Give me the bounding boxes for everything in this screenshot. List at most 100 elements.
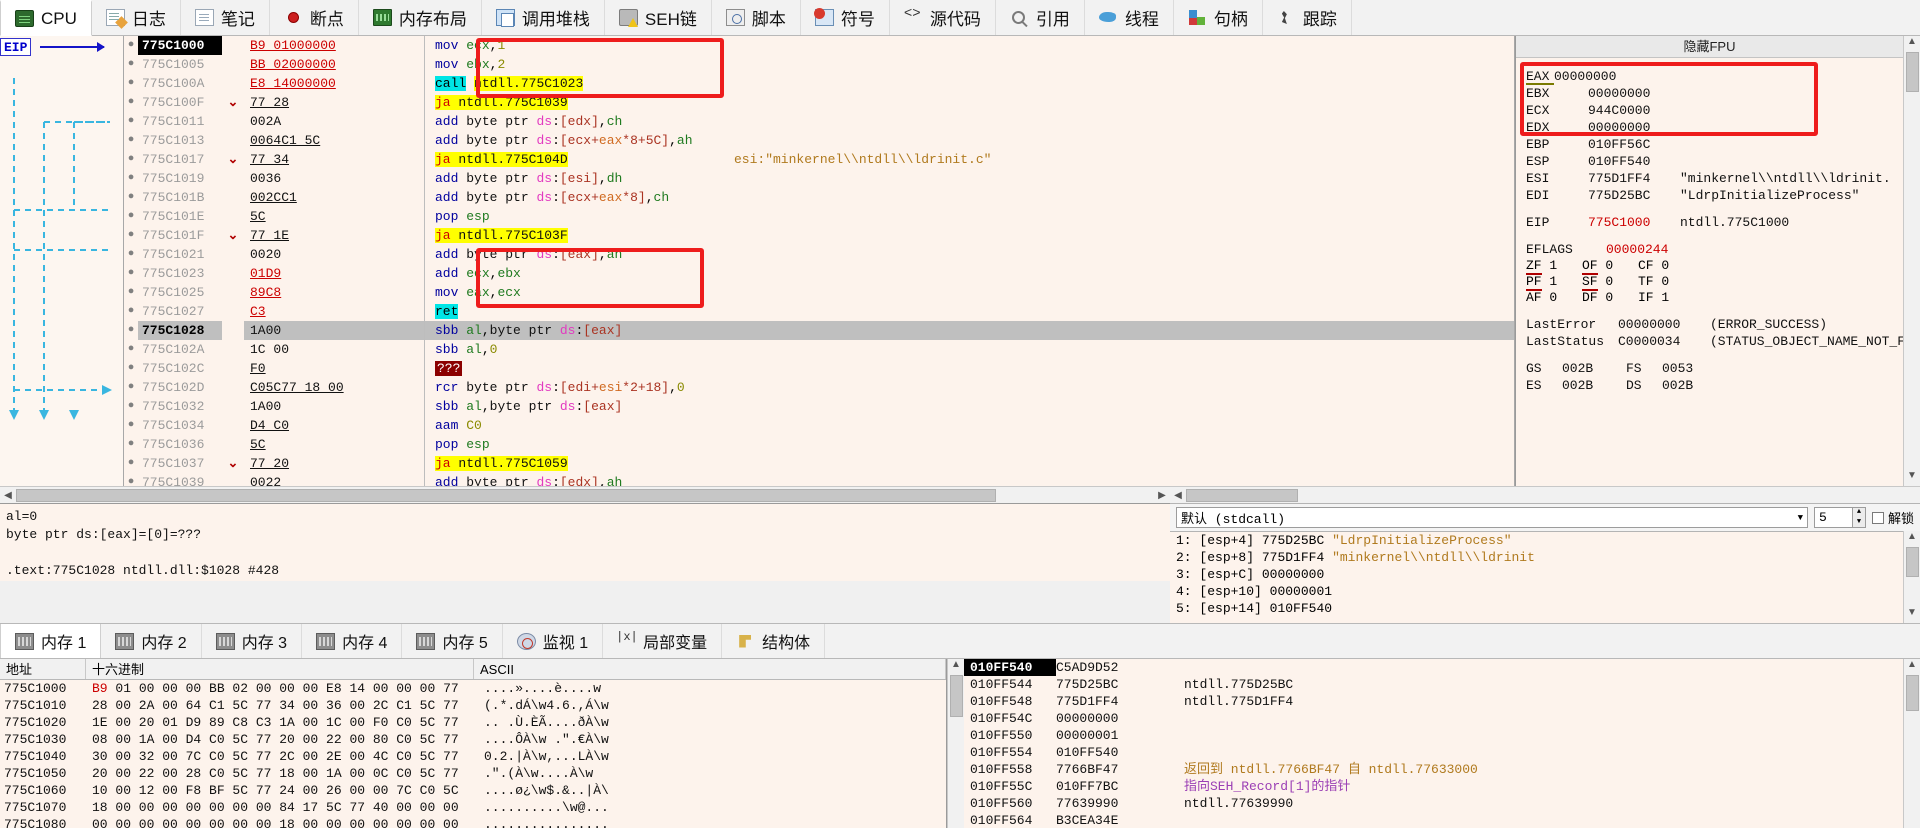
flag-tf[interactable]: TF 0 (1638, 274, 1694, 290)
dump-hex[interactable]: 08 00 1A 00 D4 C0 5C 77 20 00 22 00 80 C… (86, 731, 474, 748)
breakpoint-dot-icon[interactable]: ● (124, 36, 138, 55)
flag-cf[interactable]: CF 0 (1638, 258, 1694, 274)
disassembly-row[interactable]: ● 775C102D C05C77 18 00 rcr byte ptr ds:[ed… (124, 378, 1514, 397)
breakpoint-dot-icon[interactable]: ● (124, 226, 138, 245)
stack-row[interactable]: 010FF540 C5AD9D52 (964, 659, 1903, 676)
tab-notes[interactable]: 笔记 (181, 0, 270, 35)
disassembly-view[interactable]: ● 775C1000 B9 01000000 mov ecx,1 ● 775C1005 BB… (124, 36, 1515, 486)
register-row[interactable]: ESP 010FF540 (1516, 153, 1903, 170)
stack-value[interactable]: 775D25BC (1056, 676, 1174, 693)
disassembly-row[interactable]: ● 775C100A E8 14000000 call ntdll.775C1023 (124, 74, 1514, 93)
argument-row[interactable]: 2: [esp+8] 775D1FF4 "minkernel\\ntdll\\l… (1170, 549, 1903, 566)
tab-source-code[interactable]: 源代码 (890, 0, 996, 35)
dump-ascii[interactable]: ..........\w@... (474, 799, 654, 816)
scroll-left-icon[interactable]: ◀ (0, 490, 16, 501)
dump-row[interactable]: 775C1060 10 00 12 00 F8 BF 5C 77 24 00 26… (0, 782, 946, 799)
tab-dump-1[interactable]: 内存 1 (0, 624, 101, 658)
register-value[interactable]: 010FF56C (1588, 136, 1680, 153)
disassembly-row[interactable]: ● 775C1021 0020 add byte ptr ds:[eax],ah (124, 245, 1514, 264)
arguments-scrollbar[interactable]: ▲ ▼ (1903, 531, 1920, 623)
register-row[interactable]: EDI 775D25BC "LdrpInitializeProcess" (1516, 187, 1903, 204)
register-row-eip[interactable]: EIP 775C1000 ntdll.775C1000 (1516, 214, 1903, 231)
stepper-down-icon[interactable]: ▼ (1852, 518, 1865, 528)
flag-af[interactable]: AF 0 (1526, 290, 1582, 306)
dump-hex[interactable]: 20 00 22 00 28 C0 5C 77 18 00 1A 00 0C C… (86, 765, 474, 782)
argument-row[interactable]: 5: [esp+14] 010FF540 (1170, 600, 1903, 617)
dump-header-hex[interactable]: 十六进制 (86, 659, 474, 679)
chevron-down-icon[interactable]: ▼ (1798, 513, 1803, 523)
hide-fpu-button[interactable]: 隐藏FPU (1516, 36, 1903, 58)
dump-ascii[interactable]: .".(À\w.... À\w (474, 765, 654, 782)
breakpoint-dot-icon[interactable]: ● (124, 321, 138, 340)
dump-ascii[interactable]: (.*.dÁ\w4.6.,Á\w (474, 697, 654, 714)
disassembly-row[interactable]: ● 775C1005 BB 02000000 mov ebx,2 (124, 55, 1514, 74)
tab-references[interactable]: 引用 (996, 0, 1085, 35)
scroll-down-icon[interactable]: ▼ (1907, 470, 1917, 486)
breakpoint-dot-icon[interactable]: ● (124, 473, 138, 486)
register-row[interactable]: ECX 944C0000 (1516, 102, 1903, 119)
breakpoint-dot-icon[interactable]: ● (124, 283, 138, 302)
breakpoint-dot-icon[interactable]: ● (124, 93, 138, 112)
stack-value[interactable]: 00000000 (1056, 710, 1174, 727)
disassembly-row[interactable]: ● 775C1036 5C pop esp (124, 435, 1514, 454)
tab-dump-5[interactable]: 内存 5 (402, 624, 502, 658)
scroll-left-icon[interactable]: ◀ (1170, 490, 1186, 501)
disassembly-row[interactable]: ● 775C1023 01D9 add ecx,ebx (124, 264, 1514, 283)
stack-value[interactable]: 010FF540 (1056, 744, 1174, 761)
flag-pf[interactable]: PF 1 (1526, 274, 1582, 290)
breakpoint-dot-icon[interactable]: ● (124, 378, 138, 397)
flag-if[interactable]: IF 1 (1638, 290, 1694, 306)
dump-row[interactable]: 775C1030 08 00 1A 00 D4 C0 5C 77 20 00 22… (0, 731, 946, 748)
disassembly-row[interactable]: ● 775C1025 89C8 mov eax,ecx (124, 283, 1514, 302)
dump-hex[interactable]: 28 00 2A 00 64 C1 5C 77 34 00 36 00 2C C… (86, 697, 474, 714)
dump-ascii[interactable]: ....»....è....w (474, 680, 654, 697)
register-value[interactable]: 010FF540 (1588, 153, 1680, 170)
stack-value[interactable]: 775D1FF4 (1056, 693, 1174, 710)
breakpoint-dot-icon[interactable]: ● (124, 359, 138, 378)
argument-row[interactable]: 3: [esp+C] 00000000 (1170, 566, 1903, 583)
tab-script[interactable]: 脚本 (712, 0, 801, 35)
scroll-up-icon[interactable]: ▲ (951, 659, 961, 675)
register-value[interactable]: 775D25BC (1588, 187, 1680, 204)
dump-header-address[interactable]: 地址 (0, 659, 86, 679)
disassembly-row[interactable]: ● 775C100F ⌄ 77 28 ja ntdll.775C1039 (124, 93, 1514, 112)
dump-row[interactable]: 775C1040 30 00 32 00 7C C0 5C 77 2C 00 2E… (0, 748, 946, 765)
breakpoint-dot-icon[interactable]: ● (124, 454, 138, 473)
stack-value[interactable]: 010FF7BC (1056, 778, 1174, 795)
dump-scrollbar[interactable]: ▲ ▼ (947, 659, 964, 828)
disassembly-row[interactable]: ● 775C1000 B9 01000000 mov ecx,1 (124, 36, 1514, 55)
stack-value[interactable]: 7766BF47 (1056, 761, 1174, 778)
argument-row[interactable]: 1: [esp+4] 775D25BC "LdrpInitializeProce… (1170, 532, 1903, 549)
stack-value[interactable]: 77639990 (1056, 795, 1174, 812)
disassembly-row[interactable]: ● 775C1017 ⌄ 77 34 ja ntdll.775C104D esi:"min… (124, 150, 1514, 169)
disassembly-row[interactable]: ● 775C1011 002A add byte ptr ds:[edx],ch (124, 112, 1514, 131)
scroll-down-icon[interactable]: ▼ (1907, 607, 1917, 623)
stack-value[interactable]: C5AD9D52 (1056, 659, 1174, 676)
disassembly-row[interactable]: ● 775C1019 0036 add byte ptr ds:[esi],dh (124, 169, 1514, 188)
tab-log[interactable]: 日志 (92, 0, 181, 35)
dump-hex[interactable]: B9 01 00 00 00 BB 02 00 00 00 E8 14 00 0… (86, 680, 474, 697)
stack-row[interactable]: 010FF54C 00000000 (964, 710, 1903, 727)
scroll-up-icon[interactable]: ▲ (1907, 36, 1917, 52)
breakpoint-dot-icon[interactable]: ● (124, 131, 138, 150)
dump-ascii[interactable]: 0.2.|À\w,...LÀ\w (474, 748, 654, 765)
tab-dump-2[interactable]: 内存 2 (101, 624, 201, 658)
flag-zf[interactable]: ZF 1 (1526, 258, 1582, 274)
dump-row[interactable]: 775C1070 18 00 00 00 00 00 00 00 84 17 5C… (0, 799, 946, 816)
segment-row[interactable]: GS 002B FS 0053 (1516, 360, 1903, 377)
dump-ascii[interactable]: ................ (474, 816, 654, 828)
registers-view[interactable]: 隐藏FPU EAX 00000000 EBX 00000000 ECX 944C0000 E… (1515, 36, 1903, 486)
breakpoint-dot-icon[interactable]: ● (124, 207, 138, 226)
dump-hex[interactable]: 1E 00 20 01 D9 89 C8 C3 1A 00 1C 00 F0 C… (86, 714, 474, 731)
stack-row[interactable]: 010FF548 775D1FF4 ntdll.775D1FF4 (964, 693, 1903, 710)
breakpoint-dot-icon[interactable]: ● (124, 150, 138, 169)
disassembly-rows[interactable]: ● 775C1000 B9 01000000 mov ecx,1 ● 775C1005 BB… (124, 36, 1514, 486)
breakpoint-dot-icon[interactable]: ● (124, 188, 138, 207)
argument-row[interactable]: 4: [esp+10] 00000001 (1170, 583, 1903, 600)
register-value[interactable]: 00000000 (1554, 68, 1646, 85)
tab-cpu[interactable]: CPU (0, 0, 92, 36)
dump-ascii[interactable]: ....ø¿\w$.&..|À\ (474, 782, 654, 799)
hex-dump-view[interactable]: 地址 十六进制 ASCII 775C1000 B9 01 00 00 00 BB … (0, 659, 947, 828)
dump-row[interactable]: 775C1050 20 00 22 00 28 C0 5C 77 18 00 1A… (0, 765, 946, 782)
arguments-list[interactable]: 1: [esp+4] 775D25BC "LdrpInitializeProce… (1170, 531, 1903, 623)
